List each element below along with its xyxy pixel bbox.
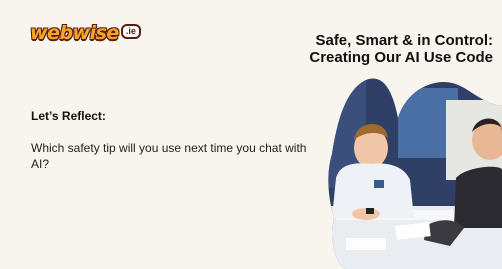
classroom-photo: [328, 78, 502, 269]
logo-badge: .ie: [120, 24, 141, 39]
slide: webwise .ie Safe, Smart & in Control: Cr…: [0, 0, 502, 269]
slide-title-line-2: Creating Our AI Use Code: [309, 49, 493, 66]
slide-title: Safe, Smart & in Control: Creating Our A…: [309, 32, 493, 66]
logo-wordmark: webwise: [30, 22, 119, 44]
reflect-question: Which safety tip will you use next time …: [31, 141, 307, 171]
webwise-logo: webwise .ie: [30, 24, 141, 43]
slide-title-line-1: Safe, Smart & in Control:: [315, 32, 493, 49]
photo-content: [328, 78, 502, 269]
reflect-heading: Let’s Reflect:: [31, 109, 106, 123]
